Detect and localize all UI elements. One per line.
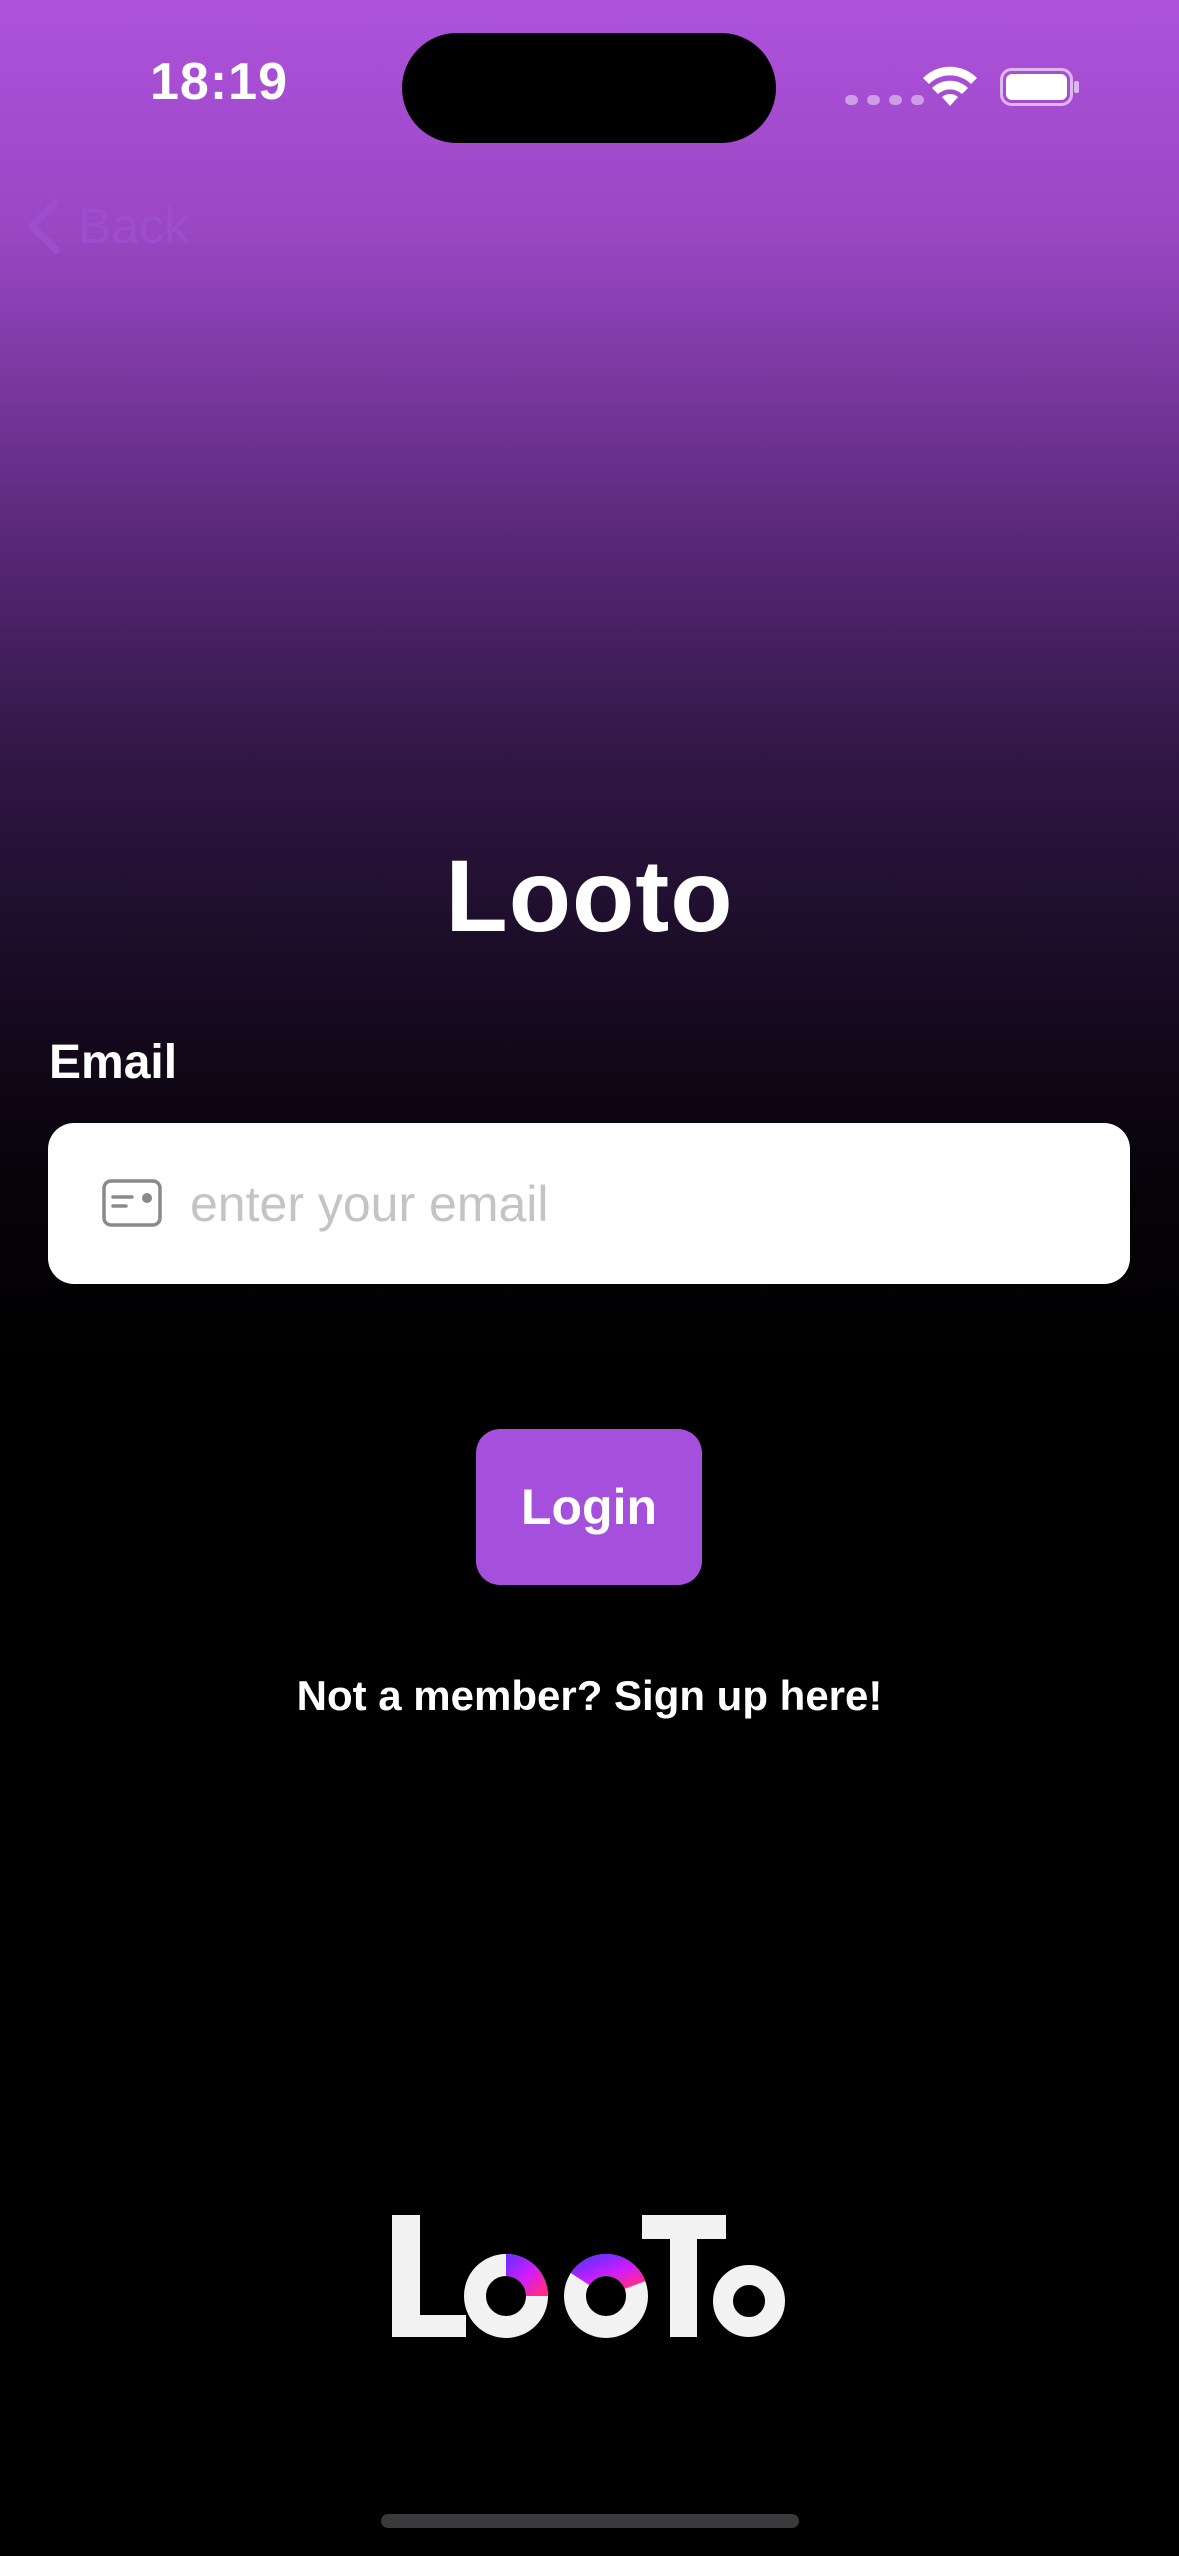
- signup-link[interactable]: Not a member? Sign up here!: [0, 1672, 1179, 1720]
- email-input[interactable]: [190, 1123, 1090, 1284]
- back-button[interactable]: Back: [24, 190, 189, 262]
- wifi-icon: [923, 66, 977, 106]
- back-label: Back: [78, 198, 190, 254]
- dynamic-island: [402, 33, 776, 143]
- looto-logo: [392, 2215, 785, 2338]
- email-label: Email: [49, 1036, 178, 1089]
- home-indicator[interactable]: [381, 2514, 799, 2528]
- login-screen: 18:19 Back Looto Email Login Not a membe: [0, 0, 1179, 2556]
- cellular-signal-icon: [845, 95, 924, 105]
- id-card-icon: [102, 1179, 162, 1227]
- page-title: Looto: [445, 839, 734, 953]
- status-time: 18:19: [150, 53, 288, 111]
- email-field-container[interactable]: [48, 1123, 1130, 1284]
- login-button[interactable]: Login: [476, 1429, 702, 1585]
- chevron-left-icon: [28, 198, 60, 254]
- battery-icon: [1000, 68, 1079, 106]
